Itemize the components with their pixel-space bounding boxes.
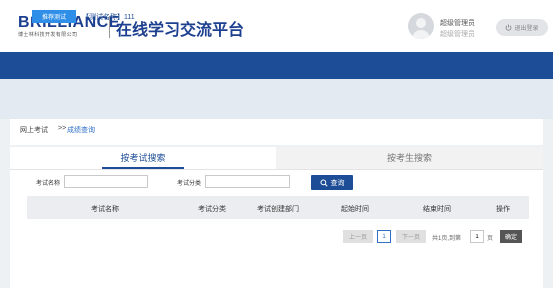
brand-logo-subtitle: 博士林科技开发有限公司 xyxy=(18,32,78,38)
notice-bar xyxy=(0,79,553,119)
exam-category-input[interactable] xyxy=(205,175,290,188)
exam-name-input[interactable] xyxy=(64,175,148,188)
avatar-head-shape xyxy=(416,18,426,28)
breadcrumb-current[interactable]: 成绩查询 xyxy=(67,125,95,135)
tab-divider xyxy=(10,169,543,170)
user-avatar-icon[interactable] xyxy=(408,13,434,39)
column-header-end-time: 结束时间 xyxy=(423,206,451,213)
logout-button[interactable]: 退出登录 xyxy=(496,19,548,36)
breadcrumb-home[interactable]: 网上考试 xyxy=(20,125,48,135)
nav-item-system-management[interactable]: 系统管理 xyxy=(262,0,294,27)
main-nav xyxy=(0,52,553,79)
avatar-body-shape xyxy=(412,30,430,39)
column-header-exam-category: 考试分类 xyxy=(198,206,226,213)
prev-page-button[interactable]: 上一页 xyxy=(343,230,373,243)
search-button[interactable]: 查询 xyxy=(311,175,353,190)
search-icon xyxy=(319,178,328,187)
exam-name-label: 考试名称 xyxy=(36,181,61,187)
recommended-test-button[interactable]: 推荐测试 xyxy=(32,10,76,23)
column-header-start-time: 起始时间 xyxy=(341,206,369,213)
nav-item-consulting[interactable]: 交流咨询 xyxy=(142,0,174,27)
breadcrumb-separator: >> xyxy=(58,125,67,132)
tab-search-by-exam[interactable]: 按考试搜索 xyxy=(10,147,276,169)
pagination-total-text: 共1页,到第 xyxy=(432,236,462,242)
user-role: 超级管理员 xyxy=(440,31,475,38)
exam-category-label: 考试分类 xyxy=(177,181,202,187)
next-page-button[interactable]: 下一页 xyxy=(396,230,426,243)
column-header-actions: 操作 xyxy=(496,206,510,213)
pagination-page-suffix: 页 xyxy=(487,236,494,242)
column-header-exam-name: 考试名称 xyxy=(91,206,119,213)
page-number-button[interactable]: 1 xyxy=(377,230,391,243)
tab-search-by-examinee[interactable]: 按考生搜索 xyxy=(276,147,543,169)
user-name: 超级管理员 xyxy=(440,20,475,27)
search-button-label: 查询 xyxy=(330,179,345,187)
nav-item-online-exam[interactable]: 网上考试 xyxy=(202,0,234,27)
recommended-test-link[interactable]: 【测试名称】111 xyxy=(82,12,135,22)
goto-page-input[interactable] xyxy=(470,230,484,243)
column-header-department: 考试创建部门 xyxy=(257,206,299,213)
power-icon xyxy=(506,24,512,31)
goto-page-confirm-button[interactable]: 确定 xyxy=(500,230,522,243)
logout-label: 退出登录 xyxy=(514,26,539,32)
